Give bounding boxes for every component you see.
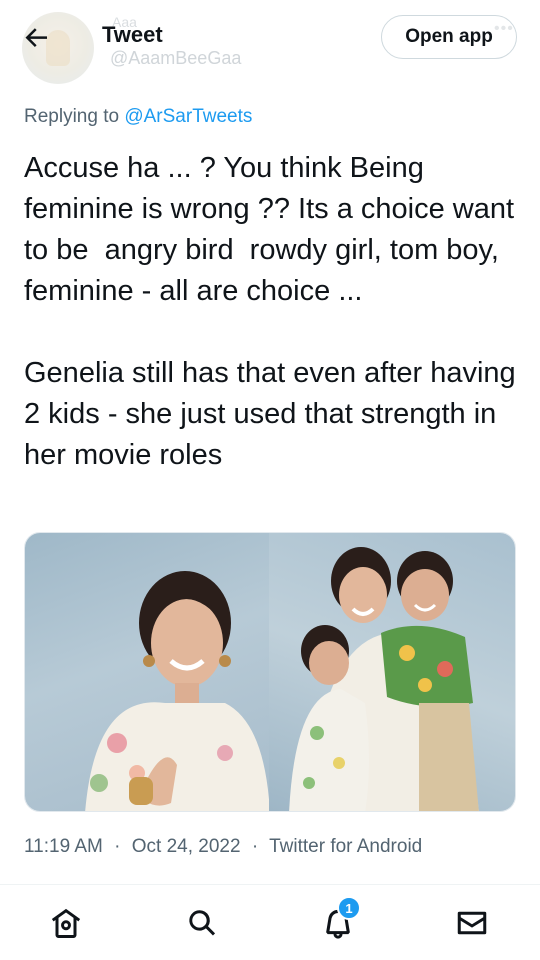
notification-count-badge: 1 [337, 896, 361, 920]
tweet-text: Accuse ha ... ? You think Being feminine… [24, 148, 524, 476]
replying-to: Replying to @ArSarTweets [24, 106, 252, 128]
meta-separator: · [114, 836, 121, 857]
back-arrow-icon[interactable] [22, 22, 52, 52]
tweet-meta: 11:19 AM · Oct 24, 2022 · Twitter for An… [24, 836, 422, 858]
search-icon[interactable] [184, 905, 220, 941]
tweet-paragraph-1: Accuse ha ... ? You think Being feminine… [24, 152, 523, 307]
replying-to-prefix: Replying to [24, 106, 120, 127]
page-title: Tweet [102, 22, 163, 47]
tweet-source: Twitter for Android [269, 836, 423, 857]
bottom-nav [0, 885, 540, 960]
top-bar: Aaa Tweet @AaamBeeGaa Open app ••• [0, 0, 540, 88]
ghost-handle: @AaamBeeGaa [110, 48, 242, 68]
media-photo-1[interactable] [25, 533, 269, 811]
woman-portrait-illustration [85, 571, 269, 811]
tweet-paragraph-2: Genelia still has that even after having… [24, 357, 524, 471]
replying-to-handle-link[interactable]: @ArSarTweets [124, 106, 252, 127]
more-dots-icon: ••• [494, 20, 514, 37]
meta-separator: · [251, 836, 259, 857]
messages-mail-icon[interactable] [454, 905, 490, 941]
home-icon[interactable] [48, 905, 84, 941]
tweet-time[interactable]: 11:19 AM [24, 836, 103, 857]
tweet-media[interactable] [24, 532, 516, 812]
tweet-date[interactable]: Oct 24, 2022 [132, 836, 241, 857]
media-photo-2[interactable] [269, 533, 515, 811]
mother-and-kids-illustration [289, 547, 479, 811]
